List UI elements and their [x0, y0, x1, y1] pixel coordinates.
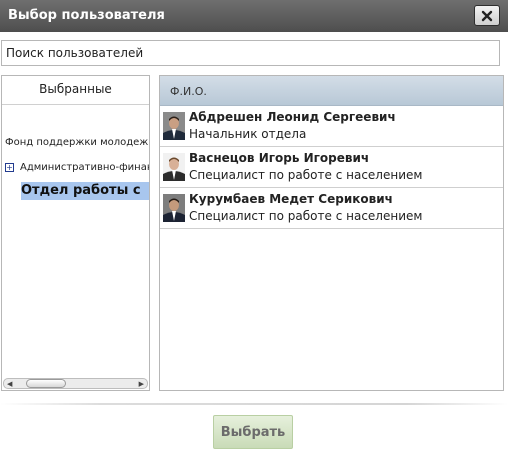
table-row[interactable]: Курумбаев Медет Серикович Специалист по … — [160, 188, 503, 229]
user-photo-icon — [163, 153, 185, 181]
close-icon — [481, 10, 493, 21]
footer-divider — [0, 403, 508, 405]
dialog-title: Выбор пользователя — [8, 8, 165, 23]
user-photo-icon — [163, 194, 185, 222]
tree-root-item[interactable]: Фонд поддержки молодежи — [5, 137, 149, 148]
tree-item-label: Административно-финансовый — [20, 162, 149, 173]
scroll-left-icon[interactable]: ◀ — [7, 380, 12, 388]
user-role: Специалист по работе с населением — [189, 168, 423, 182]
table-row[interactable]: Абдрешен Леонид Сергеевич Начальник отде… — [160, 106, 503, 147]
choose-button[interactable]: Выбрать — [213, 415, 293, 449]
selected-divider — [2, 104, 149, 105]
dialog-titlebar: Выбор пользователя — [0, 0, 508, 32]
selected-panel: Выбранные Фонд поддержки молодежи + Админ… — [1, 75, 150, 391]
plus-box-icon[interactable]: + — [5, 162, 14, 172]
user-name: Абдрешен Леонид Сергеевич — [189, 110, 396, 124]
close-button[interactable] — [474, 5, 500, 26]
horizontal-scrollbar[interactable]: ◀ ▶ — [3, 378, 148, 389]
search-input[interactable] — [1, 40, 500, 66]
tree-item-selected[interactable]: Отдел работы с — [21, 182, 149, 200]
user-name: Курумбаев Медет Серикович — [189, 192, 393, 206]
selected-header: Выбранные — [39, 82, 112, 96]
column-header-fio[interactable]: Ф.И.О. — [160, 76, 503, 106]
user-role: Специалист по работе с населением — [189, 209, 423, 223]
user-name: Васнецов Игорь Игоревич — [189, 151, 370, 165]
table-row[interactable]: Васнецов Игорь Игоревич Специалист по ра… — [160, 147, 503, 188]
user-photo-icon — [163, 112, 185, 140]
user-role: Начальник отдела — [189, 127, 307, 141]
tree-item-admin[interactable]: + Административно-финансовый — [5, 162, 149, 173]
users-table: Ф.И.О. Абдрешен Леонид Сергеевич Начальн… — [159, 75, 504, 391]
scroll-right-icon[interactable]: ▶ — [139, 380, 144, 388]
scrollbar-thumb[interactable] — [26, 379, 66, 388]
